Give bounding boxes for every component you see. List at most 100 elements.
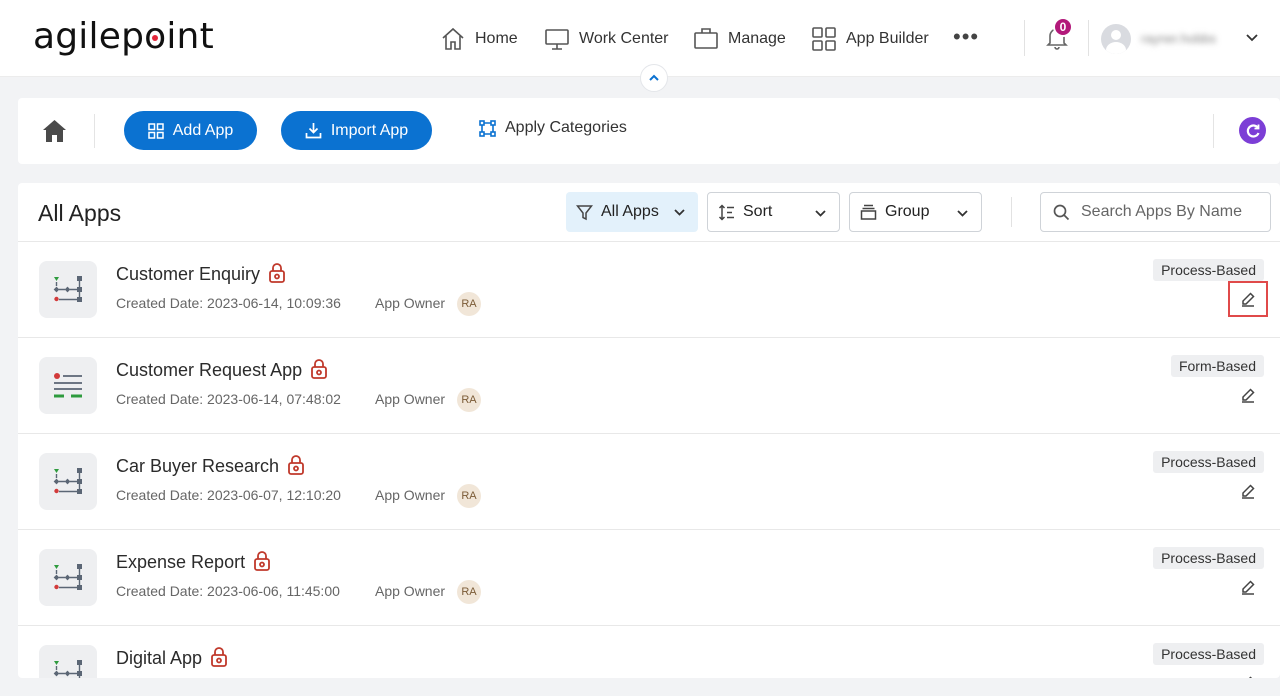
sort-dropdown[interactable]: Sort [707, 192, 840, 232]
nav-manage-label: Manage [728, 30, 786, 47]
app-row[interactable]: Customer Enquiry Created Date: 2023-06-1… [18, 241, 1280, 337]
created-date: Created Date: 2023-06-06, 11:45:00 [116, 583, 340, 599]
process-icon [39, 453, 97, 510]
nav-app-builder-label: App Builder [846, 30, 929, 47]
group-dropdown[interactable]: Group [849, 192, 982, 232]
download-icon [305, 123, 322, 139]
toolbar-divider [94, 114, 95, 148]
chevron-up-icon [649, 74, 659, 81]
monitor-icon [545, 29, 569, 50]
form-icon [39, 357, 97, 414]
search-box[interactable] [1040, 192, 1271, 232]
nav-divider [1024, 20, 1025, 56]
app-row[interactable]: Customer Request App Created Date: 2023-… [18, 337, 1280, 433]
grid-icon [148, 122, 164, 139]
categories-icon [479, 119, 496, 137]
owner-initials-badge: RA [457, 388, 481, 412]
app-type-badge: Process-Based [1153, 259, 1264, 281]
pencil-icon [1242, 484, 1255, 499]
lock-icon [311, 359, 328, 379]
app-name[interactable]: Digital App [116, 647, 228, 669]
apply-categories-label: Apply Categories [505, 119, 627, 136]
nav-app-builder[interactable]: App Builder [811, 24, 929, 54]
owner-initials-badge: RA [457, 484, 481, 508]
add-app-button[interactable]: Add App [124, 111, 257, 150]
created-date: Created Date: 2023-06-07, 12:10:20 [116, 487, 341, 503]
username[interactable]: rayner.hobbs [1141, 31, 1216, 46]
app-row[interactable]: Car Buyer Research Created Date: 2023-06… [18, 433, 1280, 529]
nav-divider [1088, 20, 1089, 56]
process-icon [39, 645, 97, 678]
app-type-badge: Process-Based [1153, 643, 1264, 665]
edit-button[interactable] [1228, 377, 1268, 413]
owner-initials-badge: RA [457, 580, 481, 604]
nav-manage[interactable]: Manage [693, 24, 786, 54]
app-name[interactable]: Customer Request App [116, 359, 328, 381]
pencil-icon [1242, 292, 1255, 307]
app-type-badge: Process-Based [1153, 451, 1264, 473]
add-app-label: Add App [172, 121, 234, 139]
top-navigation: agilepoint Home Work Center Manage App B… [0, 0, 1280, 77]
app-name-text: Digital App [116, 648, 203, 668]
apply-categories-button[interactable]: Apply Categories [479, 119, 627, 137]
chevron-down-icon [674, 209, 685, 216]
user-avatar[interactable] [1101, 24, 1131, 54]
lock-icon [254, 551, 270, 571]
app-type-badge: Process-Based [1153, 547, 1264, 569]
search-input[interactable] [1081, 203, 1256, 221]
nav-home-label: Home [475, 30, 518, 47]
home-icon[interactable] [42, 119, 67, 143]
collapse-nav-button[interactable] [640, 64, 668, 92]
home-icon [442, 27, 464, 50]
nav-home[interactable]: Home [440, 24, 518, 54]
chevron-down-icon[interactable] [1245, 31, 1259, 45]
edit-button[interactable] [1228, 665, 1268, 678]
app-list: Customer Enquiry Created Date: 2023-06-1… [18, 241, 1280, 678]
app-name[interactable]: Car Buyer Research [116, 455, 305, 477]
created-date: Created Date: 2023-06-14, 07:48:02 [116, 391, 341, 407]
filter-label: All Apps [601, 203, 659, 220]
pencil-icon [1242, 580, 1255, 595]
refresh-icon [1246, 123, 1260, 138]
filter-icon [576, 204, 593, 220]
pencil-icon [1248, 676, 1253, 678]
grid-icon [812, 27, 836, 51]
more-options-icon[interactable]: ••• [953, 26, 979, 48]
app-name-text: Expense Report [116, 552, 246, 572]
app-owner-label: App Owner [375, 295, 446, 311]
owner-initials-badge: RA [457, 292, 481, 316]
process-icon [39, 261, 97, 318]
app-owner-label: App Owner [375, 487, 446, 503]
search-icon [1053, 204, 1070, 220]
import-app-label: Import App [330, 121, 409, 139]
nav-work-center-label: Work Center [579, 30, 669, 47]
edit-button[interactable] [1228, 569, 1268, 605]
briefcase-icon [694, 28, 718, 49]
page-title: All Apps [38, 200, 122, 226]
app-name[interactable]: Customer Enquiry [116, 263, 286, 285]
lock-icon [269, 263, 285, 283]
filter-dropdown[interactable]: All Apps [566, 192, 698, 232]
edit-button[interactable] [1228, 473, 1268, 509]
app-row[interactable]: Expense Report Created Date: 2023-06-06,… [18, 529, 1280, 625]
app-name-text: Customer Enquiry [116, 264, 261, 284]
refresh-button[interactable] [1239, 117, 1266, 144]
pencil-icon [1242, 388, 1255, 403]
edit-button[interactable] [1228, 281, 1268, 317]
apps-panel: All Apps All Apps Sort Group Customer En… [18, 183, 1280, 678]
chevron-down-icon [815, 210, 826, 217]
header-divider [1011, 197, 1012, 227]
app-name-text: Customer Request App [116, 360, 303, 380]
apps-toolbar: Add App Import App Apply Categories [18, 98, 1280, 164]
agilepoint-logo[interactable]: agilepoint [33, 16, 214, 57]
app-type-badge: Form-Based [1170, 355, 1264, 377]
sort-icon [718, 203, 734, 221]
import-app-button[interactable]: Import App [281, 111, 432, 150]
app-row[interactable]: Digital App Process-Based [18, 625, 1280, 678]
chevron-down-icon [957, 210, 968, 217]
app-name-text: Car Buyer Research [116, 456, 280, 476]
nav-work-center[interactable]: Work Center [544, 24, 669, 54]
group-label: Group [885, 203, 930, 220]
group-icon [860, 204, 877, 220]
app-name[interactable]: Expense Report [116, 551, 271, 573]
